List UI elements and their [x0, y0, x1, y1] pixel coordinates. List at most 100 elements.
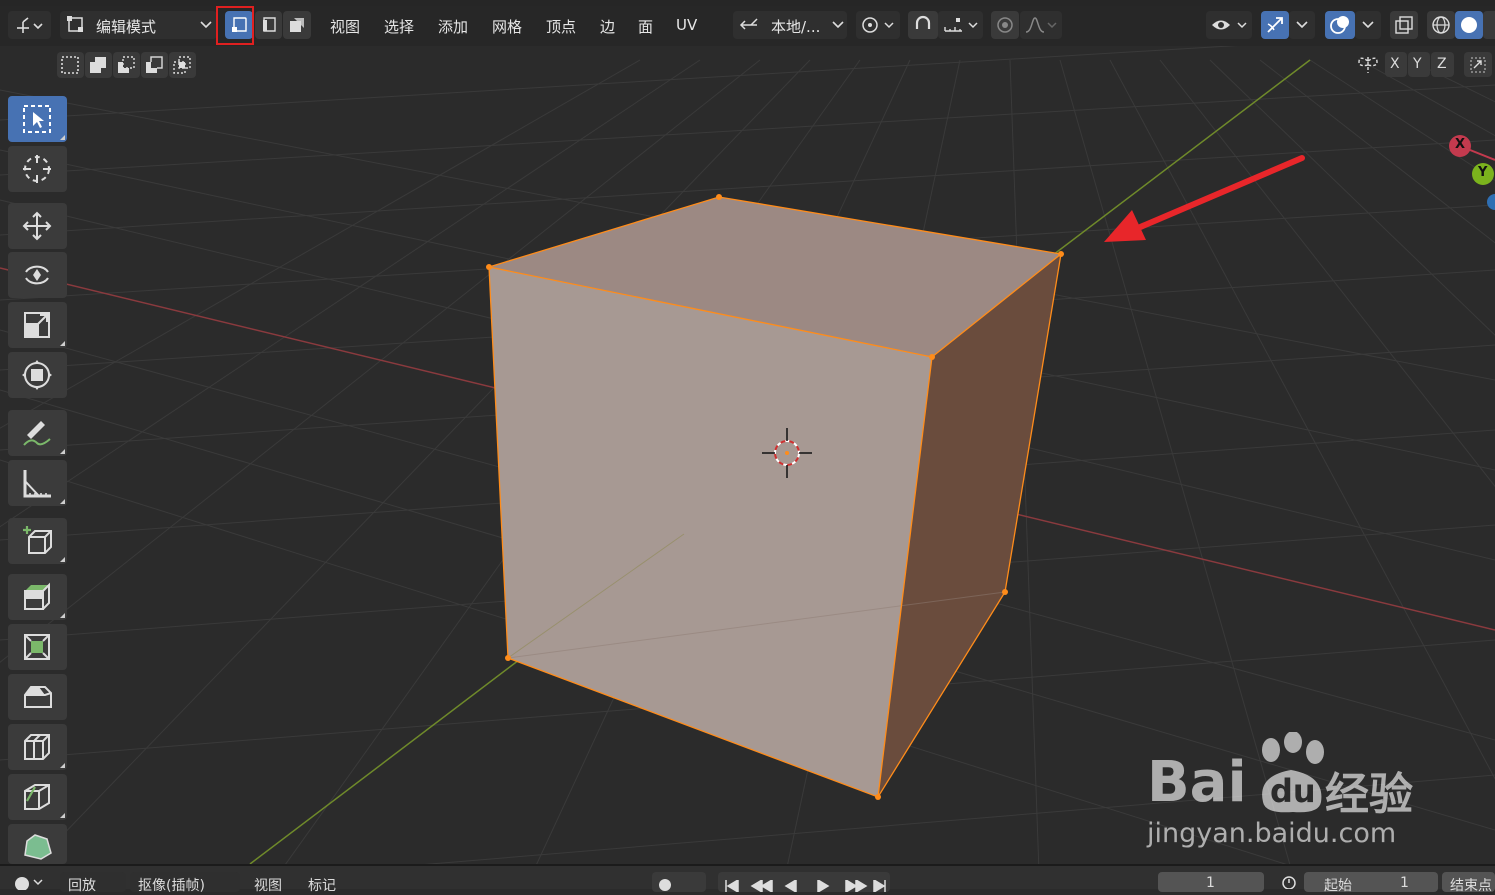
- timeline-view-menu[interactable]: 视图: [254, 875, 282, 895]
- chevron-down-icon: [832, 21, 844, 29]
- playback-menu[interactable]: 回放: [60, 872, 126, 894]
- menu-face[interactable]: 面: [638, 16, 653, 37]
- menu-vertex[interactable]: 顶点: [546, 16, 576, 37]
- face-select-mode-button[interactable]: [283, 11, 311, 39]
- playback-controls-icon: [725, 880, 886, 892]
- auto-merge-button[interactable]: [1464, 52, 1492, 77]
- tool-scale[interactable]: [8, 302, 67, 348]
- shading-wireframe-button[interactable]: [1427, 11, 1455, 39]
- tool-corner-indicator: [60, 557, 65, 562]
- tool-inset[interactable]: [8, 624, 67, 670]
- keying-label: 抠像(插帧): [138, 878, 205, 894]
- tool-poly-build[interactable]: [8, 824, 67, 864]
- measure-ruler-icon: [23, 470, 51, 498]
- tool-add-cube[interactable]: [8, 518, 67, 564]
- select-new-button[interactable]: [57, 52, 84, 78]
- menu-uv[interactable]: UV: [676, 16, 697, 34]
- chevron-down-icon: [200, 21, 212, 29]
- poly-build-icon: [24, 834, 52, 860]
- tool-rotate[interactable]: [8, 252, 67, 298]
- tool-extrude[interactable]: [8, 574, 67, 620]
- overlays-dropdown[interactable]: [1355, 11, 1381, 39]
- timeline-editor-icon[interactable]: [14, 874, 44, 890]
- select-subtract-button[interactable]: [113, 52, 140, 78]
- tool-loop-cut[interactable]: [8, 724, 67, 770]
- mirror-toggle-icon[interactable]: [1355, 53, 1381, 77]
- select-difference-icon: [146, 56, 163, 73]
- gizmo-x-label: X: [1455, 137, 1466, 152]
- gizmo-dropdown[interactable]: [1289, 11, 1315, 39]
- navigation-gizmo[interactable]: X Y: [1448, 134, 1495, 214]
- mirror-z-button[interactable]: Z: [1431, 52, 1454, 77]
- menu-mesh[interactable]: 网格: [492, 16, 522, 37]
- solid-sphere-icon: [1461, 17, 1477, 33]
- menu-add[interactable]: 添加: [438, 16, 468, 37]
- tool-transform[interactable]: [8, 352, 67, 398]
- record-button[interactable]: [652, 872, 706, 892]
- keying-menu[interactable]: 抠像(插帧): [130, 872, 240, 894]
- snap-increment-icon: [944, 18, 978, 32]
- select-extend-button[interactable]: [85, 52, 112, 78]
- orientation-label: 本地/...: [771, 18, 821, 36]
- edge-select-mode-button[interactable]: [255, 11, 282, 39]
- mode-dropdown[interactable]: 编辑模式: [60, 11, 217, 39]
- proportional-editing-button[interactable]: [991, 11, 1019, 39]
- select-intersect-button[interactable]: [169, 52, 196, 78]
- tool-annotate[interactable]: [8, 410, 67, 456]
- tool-corner-indicator: [60, 613, 65, 618]
- menu-select[interactable]: 选择: [384, 16, 414, 37]
- tool-select-box[interactable]: [8, 96, 67, 142]
- transform-orientation-dropdown[interactable]: 本地/...: [733, 11, 847, 39]
- visibility-dropdown[interactable]: [1206, 11, 1252, 39]
- playback-controls[interactable]: [718, 872, 890, 892]
- snap-target-dropdown[interactable]: [938, 11, 983, 39]
- edit-mode-icon: [67, 16, 83, 32]
- gizmo-toggle-button[interactable]: [1261, 11, 1289, 39]
- move-icon: [22, 211, 52, 241]
- start-frame-label: 起始: [1324, 878, 1352, 894]
- tool-cursor[interactable]: [8, 146, 67, 192]
- select-invert-button[interactable]: [141, 52, 168, 78]
- rotate-icon: [25, 265, 49, 285]
- pivot-point-dropdown[interactable]: [856, 11, 900, 39]
- watermark-cn-text: 经验: [1325, 769, 1413, 820]
- menu-view[interactable]: 视图: [330, 16, 360, 37]
- select-box-new-icon: [61, 56, 79, 74]
- chevron-down-icon: [1296, 21, 1308, 29]
- marker-menu[interactable]: 标记: [308, 875, 336, 895]
- pivot-icon: [862, 17, 894, 33]
- menu-edge[interactable]: 边: [600, 16, 615, 37]
- mirror-x-button[interactable]: X: [1385, 52, 1407, 77]
- xray-toggle-button[interactable]: [1390, 11, 1418, 39]
- tool-move[interactable]: [8, 203, 67, 249]
- mirror-y-button[interactable]: Y: [1408, 52, 1430, 77]
- start-frame-field[interactable]: 起始 1: [1304, 872, 1438, 894]
- proportional-falloff-dropdown[interactable]: [1020, 11, 1062, 39]
- snap-toggle-button[interactable]: [908, 11, 938, 39]
- tool-corner-indicator: [60, 449, 65, 454]
- eye-icon: [1212, 20, 1247, 30]
- overlays-toggle-button[interactable]: [1325, 11, 1355, 39]
- gizmo-z-axis[interactable]: [1487, 194, 1495, 210]
- editor-type-button[interactable]: [8, 11, 51, 39]
- overlays-icon: [1330, 16, 1349, 34]
- record-icon: [659, 879, 671, 891]
- current-frame-field[interactable]: 1: [1158, 872, 1264, 892]
- wireframe-sphere-icon: [1432, 16, 1450, 34]
- shading-material-button[interactable]: [1483, 11, 1495, 39]
- select-extend-icon: [90, 57, 106, 73]
- baidu-watermark: Bai du 经验 jingyan.baidu.com: [1145, 730, 1425, 855]
- timeline-header: 回放 抠像(插帧) 视图 标记 1 起始 1 结束点: [0, 864, 1495, 894]
- bevel-icon: [24, 686, 52, 708]
- selection-highlight-box: [216, 6, 254, 45]
- shading-solid-button[interactable]: [1455, 11, 1483, 39]
- end-frame-field[interactable]: 结束点: [1442, 872, 1495, 894]
- tool-corner-indicator: [60, 763, 65, 768]
- watermark-brand: Bai: [1147, 750, 1247, 815]
- tool-bevel[interactable]: [8, 674, 67, 720]
- tool-measure[interactable]: [8, 460, 67, 506]
- tool-knife[interactable]: [8, 774, 67, 820]
- mirror-x-label: X: [1390, 56, 1400, 72]
- orientation-icon: [739, 18, 758, 30]
- extrude-icon: [24, 582, 50, 610]
